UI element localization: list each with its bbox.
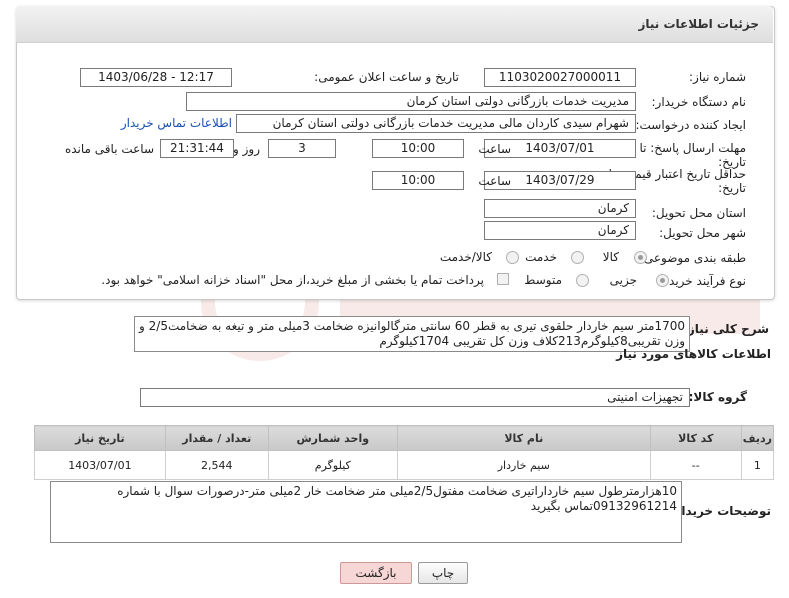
creator-label: ایجاد کننده درخواست: <box>635 118 746 132</box>
category-option-service: خدمت <box>525 250 557 264</box>
city-label: شهر محل تحویل: <box>659 226 746 240</box>
buyer-org-field[interactable]: مدیریت خدمات بازرگانی دولتی استان کرمان <box>186 92 636 111</box>
col-code: کد کالا <box>649 425 742 451</box>
need-number-field[interactable]: 1103020027000011 <box>484 68 636 87</box>
province-field[interactable]: کرمان <box>484 199 636 218</box>
process-option-medium: متوسط <box>524 273 562 287</box>
category-radio-both[interactable] <box>506 251 519 264</box>
deadline-time-label: ساعت <box>478 142 511 156</box>
cell-need-date: 1403/07/01 <box>34 450 166 480</box>
process-radio-minor[interactable] <box>656 274 669 287</box>
col-unit: واحد شمارش <box>267 425 398 451</box>
cell-name: سیم خاردار <box>396 450 651 480</box>
description-label: شرح کلی نیاز: <box>683 322 769 336</box>
deadline-label: مهلت ارسال پاسخ: تا <box>639 141 746 155</box>
col-quantity: تعداد / مقدار <box>164 425 269 451</box>
col-name: نام کالا <box>396 425 651 451</box>
goods-section-title: اطلاعات کالاهای مورد نیاز <box>616 347 771 361</box>
category-option-goods: کالا <box>602 250 619 264</box>
buyer-notes-line-2: 09132961214تماس بگیرید <box>530 499 677 513</box>
description-textarea[interactable]: 1700متر سیم خاردار حلقوی تیری به قطر 60 … <box>134 316 690 352</box>
announce-field[interactable]: 1403/06/28 - 12:17 <box>80 68 232 87</box>
goods-group-field[interactable]: تجهیزات امنیتی <box>140 388 690 407</box>
page-title: جزئیات اطلاعات نیاز <box>638 17 759 31</box>
category-label: طبقه بندی موضوعی: <box>639 251 746 265</box>
goods-group-label: گروه کالا: <box>688 390 747 404</box>
treasury-payment-checkbox[interactable] <box>497 273 509 285</box>
deadline-time-field[interactable]: 10:00 <box>372 139 464 158</box>
city-field[interactable]: کرمان <box>484 221 636 240</box>
cell-quantity: 2,544 <box>164 450 269 480</box>
buyer-notes-textarea[interactable]: 10هزارمترطول سیم خارداراتیری ضخامت مفتول… <box>50 481 682 543</box>
buyer-org-label: نام دستگاه خریدار: <box>651 95 747 109</box>
validity-time-label: ساعت <box>478 174 511 188</box>
province-label: استان محل تحویل: <box>651 206 746 220</box>
back-button[interactable]: بازگشت <box>340 562 412 584</box>
validity-time-field[interactable]: 10:00 <box>372 171 464 190</box>
category-option-both: کالا/خدمت <box>439 250 492 264</box>
announce-label: تاریخ و ساعت اعلان عمومی: <box>314 70 459 84</box>
creator-field[interactable]: شهرام سیدی کاردان مالی مدیریت خدمات بازر… <box>236 114 636 133</box>
payment-note: پرداخت تمام یا بخشی از مبلغ خرید،از محل … <box>101 273 484 287</box>
remaining-time-field[interactable]: 21:31:44 <box>160 139 234 158</box>
process-radio-medium[interactable] <box>576 274 589 287</box>
cell-row: 1 <box>740 450 775 480</box>
description-line-1: 1700متر سیم خاردار حلقوی تیری به قطر 60 … <box>139 319 685 333</box>
goods-table: ردیف کد کالا نام کالا واحد شمارش تعداد /… <box>34 425 775 480</box>
buyer-contact-link[interactable]: اطلاعات تماس خریدار <box>121 116 232 130</box>
goods-table-header: ردیف کد کالا نام کالا واحد شمارش تعداد /… <box>34 425 775 451</box>
category-radio-goods[interactable] <box>634 251 647 264</box>
cell-code: -- <box>649 450 742 480</box>
days-field[interactable]: 3 <box>268 139 336 158</box>
print-button[interactable]: چاپ <box>418 562 468 584</box>
process-label: نوع فرآیند خرید : <box>661 274 746 288</box>
validity-label-date: تاریخ: <box>718 181 746 195</box>
description-line-2: وزن تقریبی8کیلوگرم213کلاف وزن کل تقریبی … <box>379 334 685 348</box>
buyer-notes-line-1: 10هزارمترطول سیم خارداراتیری ضخامت مفتول… <box>117 484 677 498</box>
col-row: ردیف <box>740 425 775 451</box>
cell-unit: کیلوگرم <box>267 450 398 480</box>
days-label: روز و <box>233 142 260 156</box>
col-need-date: تاریخ نیاز <box>34 425 166 451</box>
need-number-label: شماره نیاز: <box>689 70 746 84</box>
remaining-label: ساعت باقی مانده <box>64 142 154 156</box>
category-radio-service[interactable] <box>571 251 584 264</box>
process-option-minor: جزیی <box>609 273 637 287</box>
table-row[interactable]: 1 -- سیم خاردار کیلوگرم 2,544 1403/07/01 <box>34 450 775 480</box>
buyer-notes-label: توضیحات خریدار: <box>669 504 771 518</box>
